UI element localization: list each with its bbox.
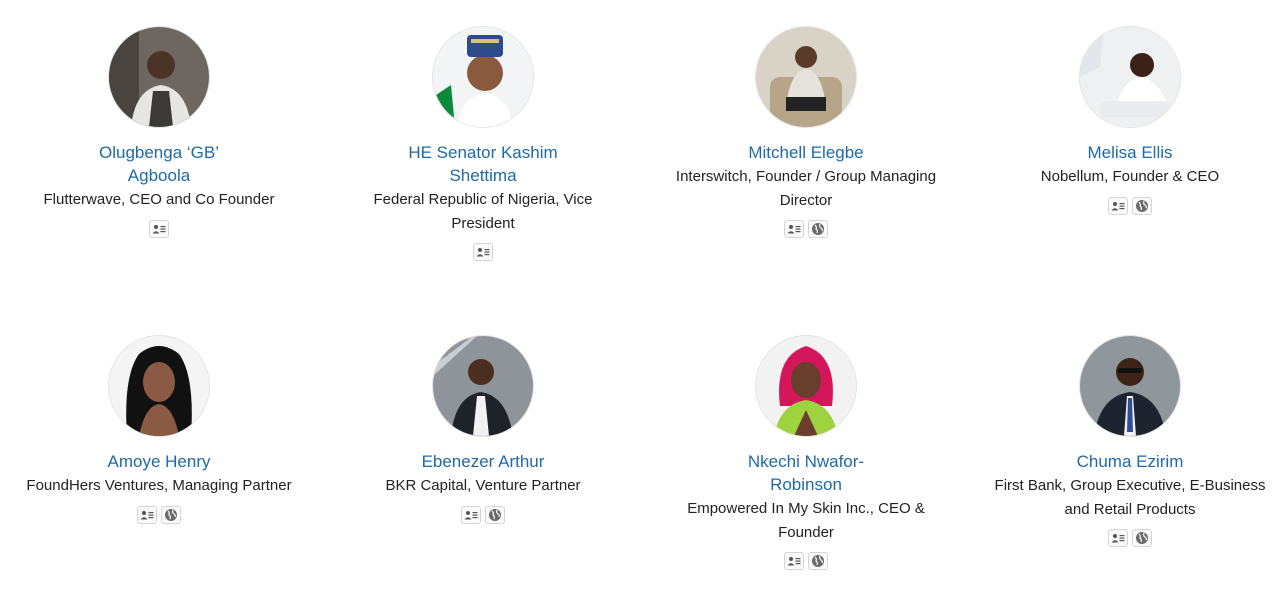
speaker-links — [980, 529, 1280, 547]
contact-card-icon[interactable] — [473, 243, 493, 261]
speaker-links — [656, 220, 956, 238]
speaker-links — [333, 505, 633, 524]
speaker-name[interactable]: HE Senator Kashim Shettima — [333, 141, 633, 187]
contact-card-icon[interactable] — [784, 552, 804, 570]
avatar[interactable] — [108, 26, 210, 128]
contact-card-icon[interactable] — [784, 220, 804, 238]
speaker-name[interactable]: Nkechi Nwafor- Robinson — [656, 450, 956, 496]
speaker-role: First Bank, Group Executive, E-Business a… — [994, 477, 1266, 518]
contact-card-icon[interactable] — [149, 219, 169, 238]
speaker-name[interactable]: Olugbenga ‘GB’ Agboola — [9, 141, 309, 187]
speaker-card: Melisa Ellis Nobellum, Founder & CEO — [980, 26, 1280, 215]
speaker-role: Nobellum, Founder & CEO — [1040, 168, 1220, 185]
speaker-role: FoundHers Ventures, Managing Partner — [26, 477, 292, 494]
contact-card-icon[interactable] — [461, 505, 481, 524]
speaker-links — [9, 219, 309, 238]
speaker-card: Chuma Ezirim First Bank, Group Executive… — [980, 335, 1280, 547]
avatar[interactable] — [1079, 26, 1181, 128]
speaker-card: Olugbenga ‘GB’ Agboola Flutterwave, CEO a… — [9, 26, 309, 238]
avatar[interactable] — [755, 26, 857, 128]
speaker-name[interactable]: Chuma Ezirim — [980, 450, 1280, 473]
speaker-role: Federal Republic of Nigeria, Vice Preside… — [373, 191, 593, 232]
avatar[interactable] — [432, 26, 534, 128]
speaker-links — [656, 552, 956, 570]
speaker-links — [9, 505, 309, 524]
contact-card-icon[interactable] — [1108, 529, 1128, 547]
avatar[interactable] — [755, 335, 857, 437]
globe-icon[interactable] — [485, 505, 505, 524]
speaker-name[interactable]: Ebenezer Arthur — [333, 450, 633, 473]
contact-card-icon[interactable] — [1108, 196, 1128, 215]
globe-icon[interactable] — [1132, 196, 1152, 215]
speaker-card: Ebenezer Arthur BKR Capital, Venture Par… — [333, 335, 633, 524]
speaker-name[interactable]: Melisa Ellis — [980, 141, 1280, 164]
speaker-card: Nkechi Nwafor- Robinson Empowered In My S… — [656, 335, 956, 570]
avatar[interactable] — [1079, 335, 1181, 437]
contact-card-icon[interactable] — [137, 505, 157, 524]
avatar[interactable] — [432, 335, 534, 437]
speaker-card: Mitchell Elegbe Interswitch, Founder / G… — [656, 26, 956, 238]
speaker-role: BKR Capital, Venture Partner — [385, 477, 581, 494]
globe-icon[interactable] — [1132, 529, 1152, 547]
speaker-card: Amoye Henry FoundHers Ventures, Managing… — [9, 335, 309, 524]
speaker-card: HE Senator Kashim Shettima Federal Republ… — [333, 26, 633, 261]
avatar[interactable] — [108, 335, 210, 437]
speaker-role: Flutterwave, CEO and Co Founder — [43, 191, 275, 208]
speaker-role: Interswitch, Founder / Group Managing Dir… — [675, 168, 937, 209]
globe-icon[interactable] — [808, 552, 828, 570]
speaker-links — [333, 243, 633, 261]
speaker-role: Empowered In My Skin Inc., CEO & Founder — [687, 500, 925, 541]
speaker-name[interactable]: Amoye Henry — [9, 450, 309, 473]
speaker-links — [980, 196, 1280, 215]
globe-icon[interactable] — [161, 505, 181, 524]
speaker-name[interactable]: Mitchell Elegbe — [656, 141, 956, 164]
globe-icon[interactable] — [808, 220, 828, 238]
